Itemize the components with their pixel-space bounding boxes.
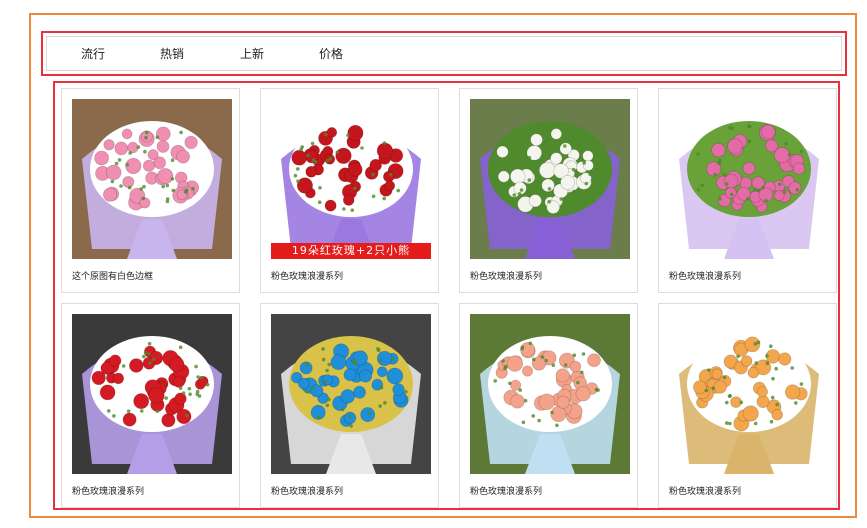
product-image-red-rose-bouquet[interactable]: 19朵红玫瑰+2只小熊: [271, 99, 431, 259]
product-image-white-lily-bouquet[interactable]: [470, 99, 630, 259]
nav-item-new[interactable]: 上新: [240, 45, 264, 62]
product-card[interactable]: 粉色玫瑰浪漫系列: [260, 303, 439, 508]
product-caption: 粉色玫瑰浪漫系列: [470, 487, 543, 497]
nav-item-price[interactable]: 价格: [319, 45, 343, 62]
product-banner: 19朵红玫瑰+2只小熊: [271, 243, 431, 259]
product-card[interactable]: 粉色玫瑰浪漫系列: [459, 88, 638, 293]
product-image-champagne-rose-bouquet[interactable]: [669, 314, 829, 474]
product-image-peach-rose-bouquet[interactable]: [470, 314, 630, 474]
top-nav: 流行 热销 上新 价格: [41, 31, 847, 76]
product-card[interactable]: 粉色玫瑰浪漫系列: [61, 303, 240, 508]
product-caption: 粉色玫瑰浪漫系列: [669, 487, 742, 497]
product-card[interactable]: 粉色玫瑰浪漫系列: [459, 303, 638, 508]
product-card[interactable]: 粉色玫瑰浪漫系列: [658, 303, 837, 508]
nav-item-hot-sales[interactable]: 热销: [160, 45, 184, 62]
product-image-blue-rose-bouquet[interactable]: [271, 314, 431, 474]
product-card[interactable]: 19朵红玫瑰+2只小熊 粉色玫瑰浪漫系列: [260, 88, 439, 293]
product-grid: 这个原图有白色边框 19朵红玫瑰+2只小熊 粉色玫瑰浪漫系列 粉色玫瑰浪漫系列 …: [53, 81, 840, 510]
product-caption: 粉色玫瑰浪漫系列: [72, 487, 145, 497]
product-caption: 粉色玫瑰浪漫系列: [271, 272, 344, 282]
product-card[interactable]: 粉色玫瑰浪漫系列: [658, 88, 837, 293]
product-card[interactable]: 这个原图有白色边框: [61, 88, 240, 293]
product-image-red-rose-bouquet-with-bears[interactable]: [72, 314, 232, 474]
product-caption: 粉色玫瑰浪漫系列: [271, 487, 344, 497]
product-image-pink-carnation-bouquet[interactable]: [72, 99, 232, 259]
nav-item-popular[interactable]: 流行: [81, 45, 105, 62]
product-caption: 粉色玫瑰浪漫系列: [669, 272, 742, 282]
product-caption: 这个原图有白色边框: [72, 272, 154, 282]
product-caption: 粉色玫瑰浪漫系列: [470, 272, 543, 282]
product-image-pink-rose-bouquet[interactable]: [669, 99, 829, 259]
